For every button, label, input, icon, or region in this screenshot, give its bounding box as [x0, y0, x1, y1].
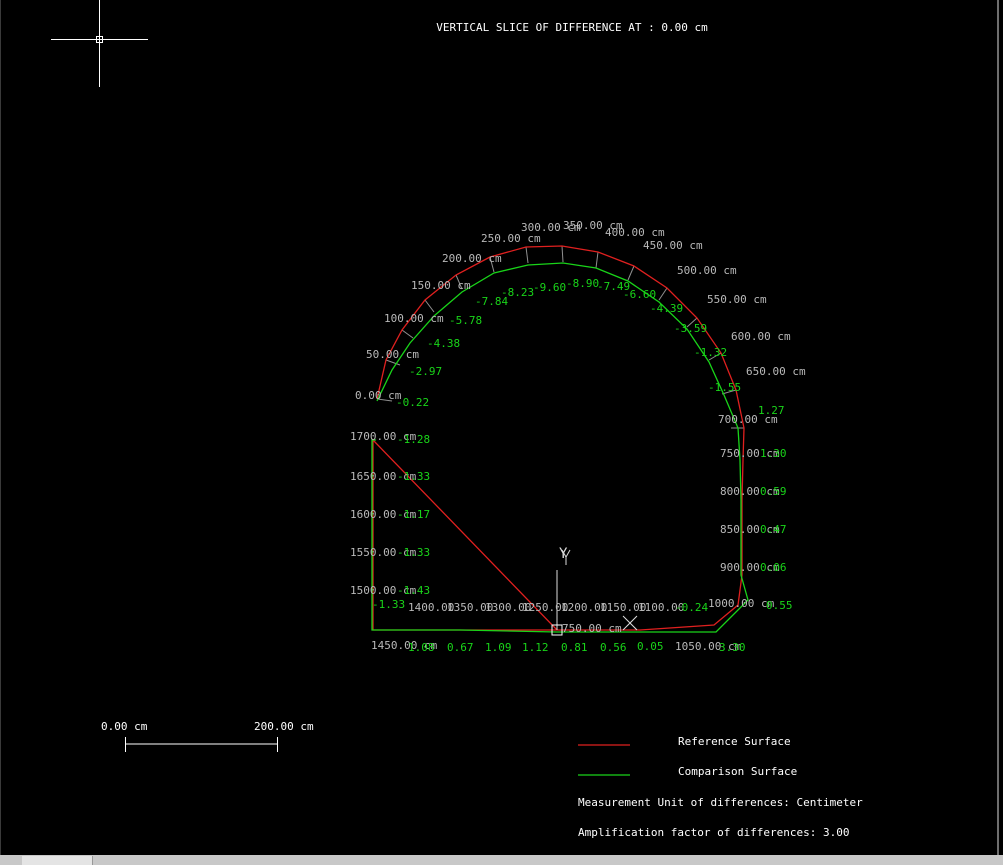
- slice-drawing: VERTICAL SLICE OF DIFFERENCE AT : 0.00 c…: [51, 0, 863, 839]
- amplification-factor-note: Amplification factor of differences: 3.0…: [578, 826, 850, 839]
- drawing-title: VERTICAL SLICE OF DIFFERENCE AT : 0.00 c…: [436, 21, 708, 34]
- station-label: 600.00 cm: [731, 330, 791, 343]
- difference-value: -1.17: [397, 508, 430, 521]
- scale-bar-start-label: 0.00 cm: [101, 720, 148, 733]
- difference-value: 0.56: [600, 641, 627, 654]
- difference-value: -0.24: [675, 601, 708, 614]
- difference-value: -0.22: [396, 396, 429, 409]
- station-label: 500.00 cm: [677, 264, 737, 277]
- difference-value: -4.39: [650, 302, 683, 315]
- difference-value: 1.30: [760, 447, 787, 460]
- station-label: 150.00 cm: [411, 279, 471, 292]
- difference-value: 0.06: [760, 561, 787, 574]
- difference-value: -1.28: [397, 433, 430, 446]
- scale-bar: 0.00 cm 200.00 cm: [101, 720, 314, 752]
- difference-value: -8.23: [501, 286, 534, 299]
- crosshair-cursor-icon: [51, 0, 148, 87]
- difference-value: -3.59: [674, 322, 707, 335]
- difference-value: -2.97: [409, 365, 442, 378]
- difference-value: -1.32: [694, 346, 727, 359]
- difference-value: 0.55: [766, 599, 793, 612]
- difference-value: 1.08: [408, 641, 435, 654]
- difference-value: -1.33: [372, 598, 405, 611]
- difference-value: -9.60: [533, 281, 566, 294]
- station-label: 400.00 cm: [605, 226, 665, 239]
- difference-value: 0.47: [760, 523, 787, 536]
- station-label: 450.00 cm: [643, 239, 703, 252]
- status-bar: [0, 855, 1003, 865]
- station-label: 0.00 cm: [355, 389, 402, 402]
- station-label: 50.00 cm: [366, 348, 419, 361]
- station-label: 750.00 cm: [562, 622, 622, 635]
- difference-value: -1.33: [397, 470, 430, 483]
- difference-value: 0.67: [447, 641, 474, 654]
- station-label: 650.00 cm: [746, 365, 806, 378]
- legend-reference-label: Reference Surface: [678, 735, 791, 748]
- difference-value: 0.81: [561, 641, 588, 654]
- y-axis-letter: Y: [559, 546, 568, 562]
- difference-value: -4.38: [427, 337, 460, 350]
- station-label: 550.00 cm: [707, 293, 767, 306]
- difference-value: 3.30: [719, 641, 746, 654]
- difference-value: -6.60: [623, 288, 656, 301]
- station-label: 100.00 cm: [384, 312, 444, 325]
- difference-value: -5.78: [449, 314, 482, 327]
- difference-value: -1.43: [397, 584, 430, 597]
- difference-value: 0.05: [637, 640, 664, 653]
- difference-value: 0.59: [760, 485, 787, 498]
- measurement-unit-note: Measurement Unit of differences: Centime…: [578, 796, 863, 809]
- difference-value: -1.33: [397, 546, 430, 559]
- difference-value: -1.55: [708, 381, 741, 394]
- scale-bar-end-label: 200.00 cm: [254, 720, 314, 733]
- station-label: 1000.00 cm: [708, 597, 775, 610]
- station-label: 1400.00: [408, 601, 454, 614]
- difference-value: 1.09: [485, 641, 512, 654]
- legend-comparison-label: Comparison Surface: [678, 765, 797, 778]
- model-layout-tab[interactable]: [22, 856, 93, 865]
- difference-value: 1.12: [522, 641, 549, 654]
- difference-value: 1.27: [758, 404, 785, 417]
- station-label: 200.00 cm: [442, 252, 502, 265]
- difference-value: -8.90: [566, 277, 599, 290]
- legend: Reference Surface Comparison Surface Mea…: [578, 735, 863, 839]
